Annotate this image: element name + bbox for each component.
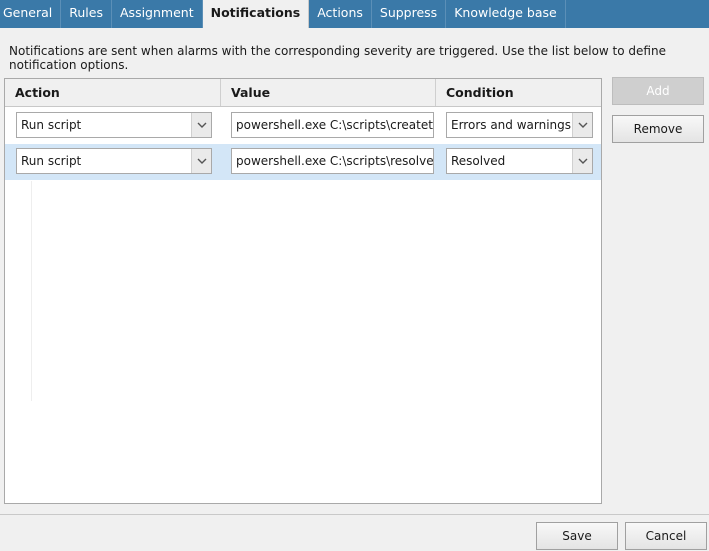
value-field[interactable]: powershell.exe C:\scripts\resolveticket.… [231,148,434,174]
chevron-down-icon[interactable] [572,113,592,137]
notifications-grid: Action Value Condition Run script powers… [4,78,602,504]
condition-dropdown[interactable]: Resolved [446,148,593,174]
chevron-down-icon[interactable] [191,149,211,173]
condition-value: Resolved [451,154,506,168]
chevron-down-icon[interactable] [191,113,211,137]
footer-divider [0,514,709,515]
tab-knowledge-base[interactable]: Knowledge base [446,0,566,28]
chevron-down-icon[interactable] [572,149,592,173]
column-header-condition[interactable]: Condition [436,79,601,106]
tab-bar: General Rules Assignment Notifications A… [0,0,709,28]
description-text: Notifications are sent when alarms with … [9,44,666,72]
condition-dropdown[interactable]: Errors and warnings [446,112,593,138]
tab-general[interactable]: General [0,0,62,28]
column-header-value[interactable]: Value [221,79,436,106]
table-row[interactable]: Run script powershell.exe C:\scripts\res… [5,144,601,180]
tab-actions[interactable]: Actions [309,0,372,28]
tab-assignment[interactable]: Assignment [112,0,203,28]
value-text: powershell.exe C:\scripts\createticket.p… [236,118,433,132]
table-row[interactable]: Run script powershell.exe C:\scripts\cre… [5,108,601,144]
condition-value: Errors and warnings [451,118,572,132]
tab-rules[interactable]: Rules [61,0,112,28]
add-button[interactable]: Add [612,77,704,105]
tab-suppress[interactable]: Suppress [372,0,447,28]
cancel-button[interactable]: Cancel [625,522,707,550]
save-button[interactable]: Save [536,522,618,550]
value-field[interactable]: powershell.exe C:\scripts\createticket.p… [231,112,434,138]
remove-button[interactable]: Remove [612,115,704,143]
action-dropdown[interactable]: Run script [16,112,212,138]
action-value: Run script [21,118,82,132]
action-value: Run script [21,154,82,168]
action-dropdown[interactable]: Run script [16,148,212,174]
grid-header: Action Value Condition [5,79,601,107]
tab-notifications[interactable]: Notifications [202,0,310,28]
column-header-action[interactable]: Action [5,79,221,106]
grid-guide-line [31,181,32,401]
value-text: powershell.exe C:\scripts\resolveticket.… [236,154,434,168]
